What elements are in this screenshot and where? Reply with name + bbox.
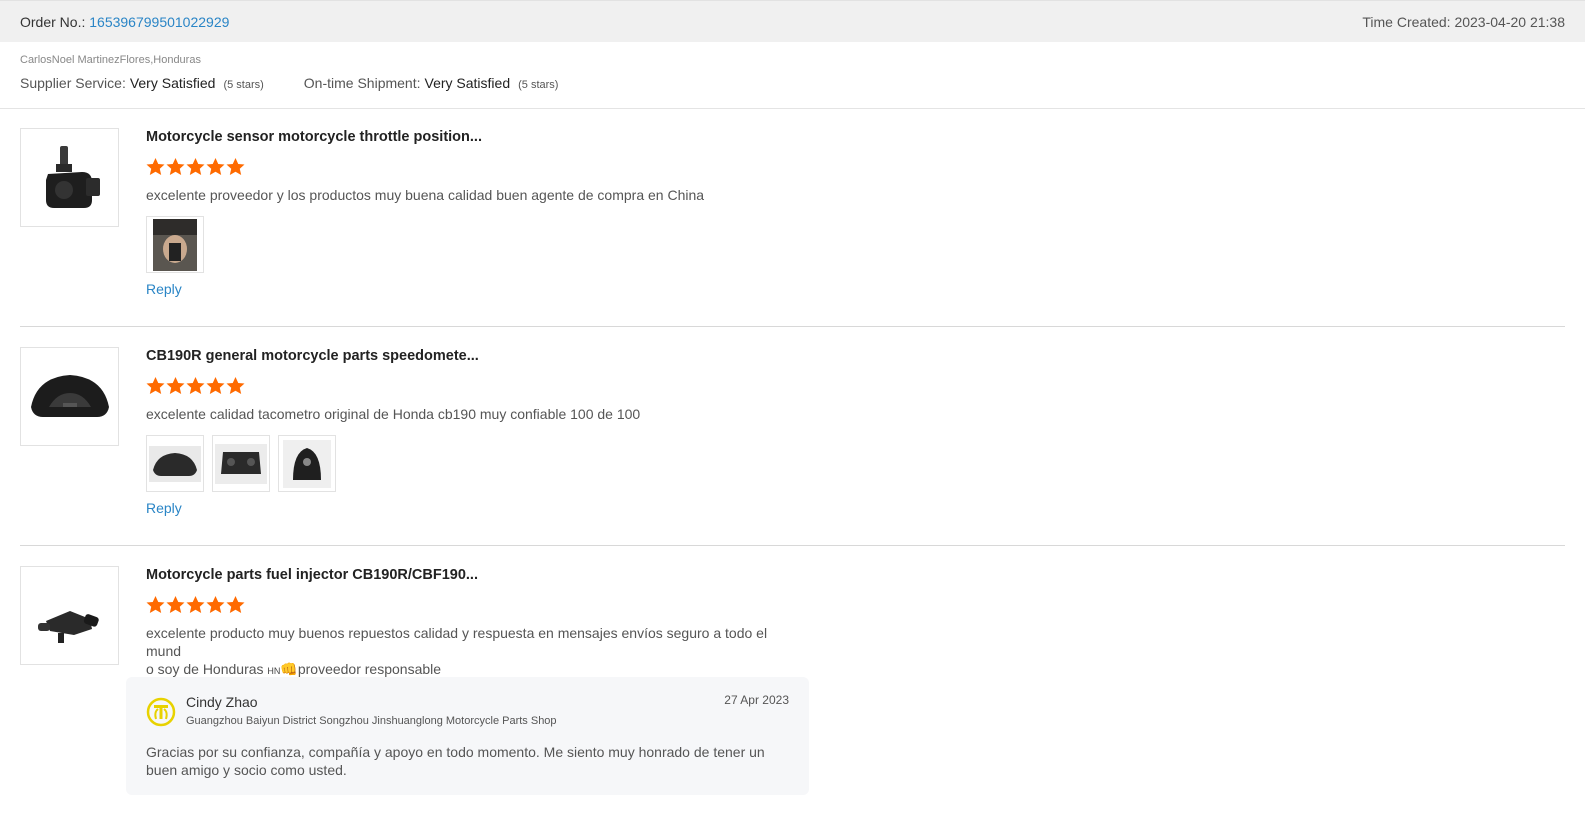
- rating-stars: [146, 377, 1546, 395]
- seller-shop-name[interactable]: Guangzhou Baiyun District Songzhou Jinsh…: [186, 715, 557, 727]
- seller-logo-icon: [146, 697, 176, 727]
- seller-reply: Cindy Zhao Guangzhou Baiyun District Son…: [126, 677, 809, 795]
- review-item: Motorcycle sensor motorcycle throttle po…: [20, 128, 1565, 308]
- product-title[interactable]: Motorcycle parts fuel injector CB190R/CB…: [146, 566, 1546, 584]
- review-photo[interactable]: [212, 435, 270, 492]
- product-thumbnail[interactable]: [20, 347, 119, 446]
- item-body: Motorcycle sensor motorcycle throttle po…: [146, 128, 1546, 299]
- review-text: excelente producto muy buenos repuestos …: [146, 624, 796, 680]
- time-created-label: Time Created:: [1362, 13, 1455, 30]
- rating-stars: [146, 158, 1546, 176]
- shipment-rating: On-time Shipment: Very Satisfied (5 star…: [304, 75, 559, 91]
- review-photo[interactable]: [146, 216, 204, 273]
- review-photo[interactable]: [146, 435, 204, 492]
- review-text: excelente proveedor y los productos muy …: [146, 187, 705, 203]
- product-thumbnail[interactable]: [20, 566, 119, 665]
- fist-emoji-icon: 👊: [280, 661, 298, 677]
- rating-stars: [146, 596, 1546, 614]
- throttle-sensor-image: [45, 145, 100, 208]
- star-icon: [146, 158, 165, 176]
- item-divider: [20, 326, 1565, 327]
- star-icon: [166, 596, 185, 614]
- honduras-flag-icon: HN: [267, 666, 281, 676]
- speedometer-image: [30, 374, 109, 417]
- supplier-service-label: Supplier Service:: [20, 75, 126, 91]
- shipment-label: On-time Shipment:: [303, 75, 421, 91]
- fuel-injector-image: [37, 610, 99, 643]
- shipment-value: Very Satisfied: [424, 75, 511, 91]
- product-title[interactable]: Motorcycle sensor motorcycle throttle po…: [146, 128, 1546, 146]
- order-number-block: Order No.: 165396799501022929: [20, 14, 229, 30]
- item-body: CB190R general motorcycle parts speedome…: [146, 347, 1546, 518]
- star-icon: [166, 158, 185, 176]
- order-number-label: Order No.:: [20, 13, 86, 30]
- seller-name: Cindy Zhao: [186, 694, 258, 710]
- star-icon: [206, 158, 225, 176]
- review-item: Motorcycle parts fuel injector CB190R/CB…: [20, 566, 1565, 677]
- item-divider: [20, 545, 1565, 546]
- reply-text: Gracias por su confianza, compañía y apo…: [146, 744, 765, 778]
- review-photos: [146, 435, 1546, 492]
- photo-image: [215, 443, 267, 484]
- buyer-name: CarlosNoel MartinezFlores,Honduras: [20, 54, 201, 66]
- supplier-service-stars: (5 stars): [223, 79, 264, 91]
- shipment-stars: (5 stars): [518, 79, 559, 91]
- star-icon: [186, 377, 205, 395]
- time-created-value: 2023-04-20 21:38: [1454, 13, 1565, 30]
- photo-image: [149, 445, 201, 482]
- reply-link[interactable]: Reply: [146, 281, 182, 297]
- review-photo[interactable]: [278, 435, 336, 492]
- order-header: Order No.: 165396799501022929 Time Creat…: [0, 0, 1585, 42]
- overall-ratings: Supplier Service: Very Satisfied (5 star…: [20, 75, 598, 91]
- star-icon: [146, 596, 165, 614]
- header-divider: [0, 108, 1585, 109]
- star-icon: [206, 596, 225, 614]
- time-created: Time Created: 2023-04-20 21:38: [1362, 14, 1565, 30]
- review-line-1: excelente producto muy buenos repuestos …: [146, 625, 768, 659]
- star-icon: [226, 377, 245, 395]
- reply-date: 27 Apr 2023: [724, 693, 789, 707]
- star-icon: [226, 158, 245, 176]
- reply-link[interactable]: Reply: [146, 500, 182, 516]
- star-icon: [166, 377, 185, 395]
- star-icon: [146, 377, 165, 395]
- item-body: Motorcycle parts fuel injector CB190R/CB…: [146, 566, 1546, 680]
- review-line-2-prefix: o soy de Honduras: [146, 661, 268, 677]
- review-photos: [146, 216, 1546, 273]
- star-icon: [186, 596, 205, 614]
- star-icon: [186, 158, 205, 176]
- review-text: excelente calidad tacometro original de …: [146, 406, 641, 422]
- product-title[interactable]: CB190R general motorcycle parts speedome…: [146, 347, 1546, 365]
- review-item: CB190R general motorcycle parts speedome…: [20, 347, 1565, 527]
- order-number-link[interactable]: 165396799501022929: [89, 14, 229, 30]
- star-icon: [206, 377, 225, 395]
- photo-image: [153, 218, 197, 271]
- photo-image: [283, 439, 331, 488]
- review-line-2-suffix: proveedor responsable: [297, 661, 442, 677]
- supplier-service-value: Very Satisfied: [129, 75, 216, 91]
- product-thumbnail[interactable]: [20, 128, 119, 227]
- star-icon: [226, 596, 245, 614]
- supplier-service-rating: Supplier Service: Very Satisfied (5 star…: [20, 75, 264, 91]
- buyer-info: CarlosNoel MartinezFlores,Honduras Suppl…: [20, 54, 598, 91]
